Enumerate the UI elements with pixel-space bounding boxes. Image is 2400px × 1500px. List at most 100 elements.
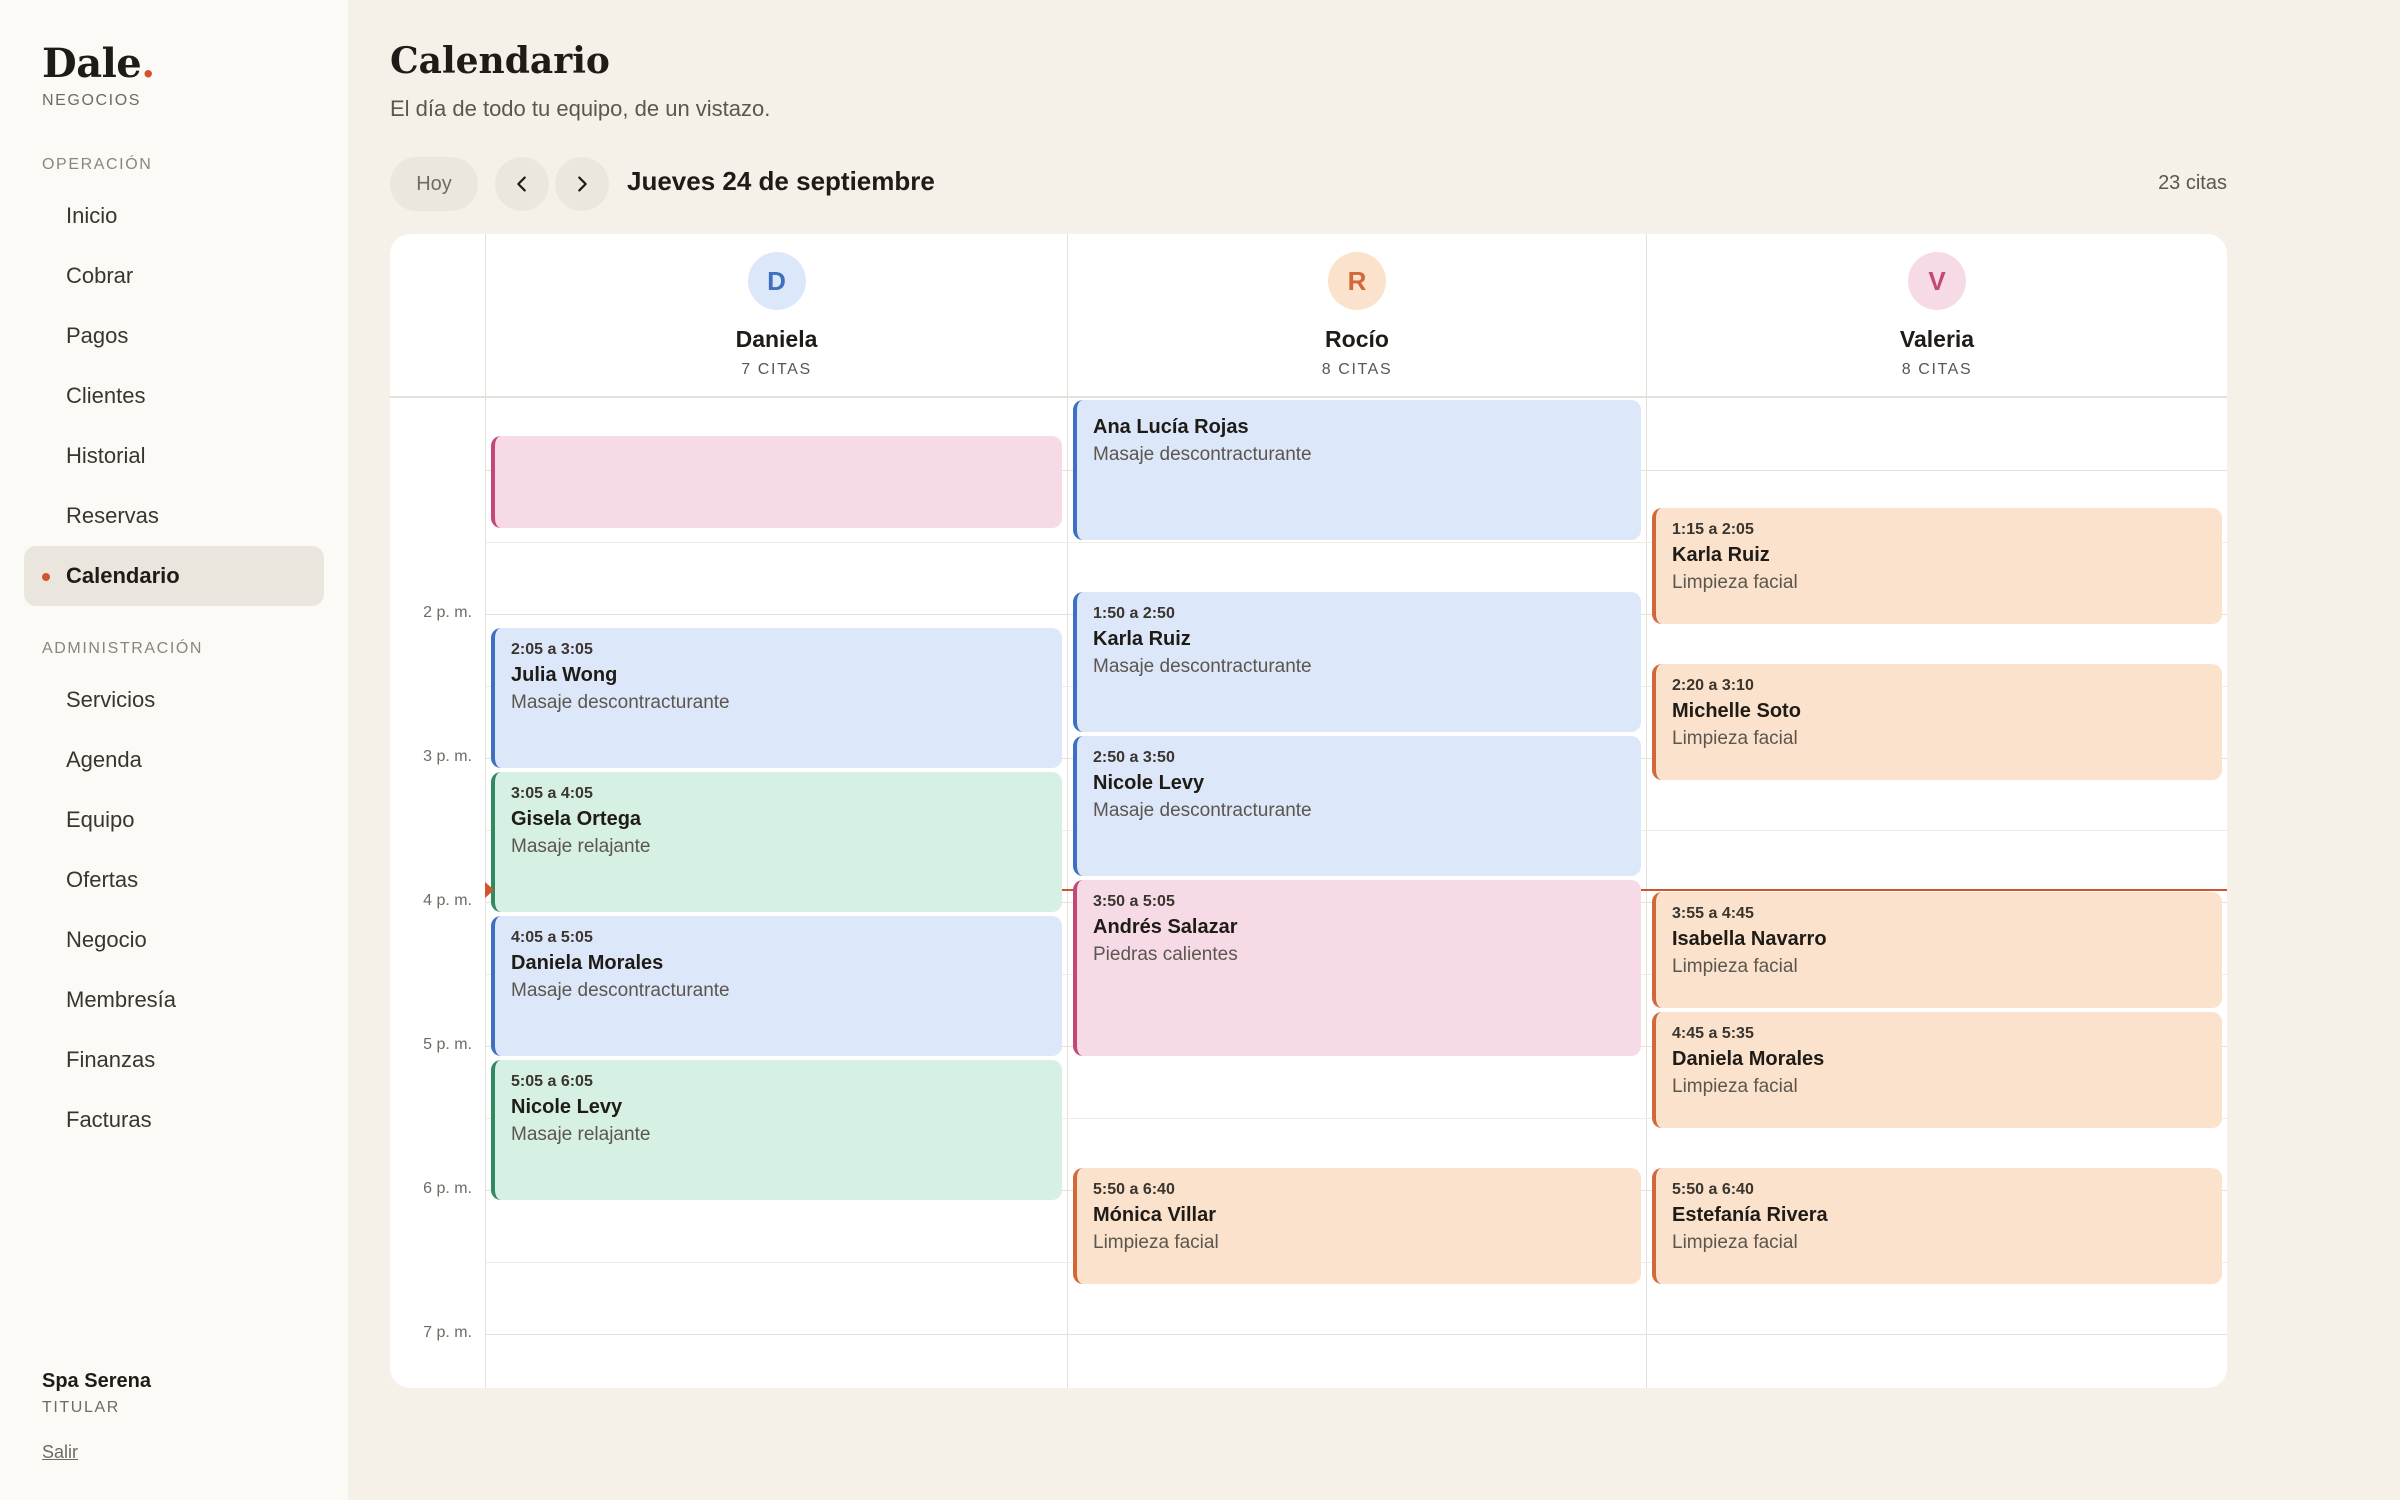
sidebar-item-reservas[interactable]: Reservas [24, 486, 324, 546]
appointment-service: Limpieza facial [1672, 1232, 1798, 1253]
sidebar-item-facturas[interactable]: Facturas [24, 1090, 324, 1150]
sidebar-item-label: Clientes [66, 383, 146, 408]
appointment-time: 1:15 a 2:05 [1672, 521, 1754, 538]
appointment-card[interactable]: 2:20 a 3:10 Michelle Soto Limpieza facial [1652, 664, 2222, 780]
appointment-count: 8 CITAS [1901, 361, 1973, 378]
current-date: Jueves 24 de septiembre [627, 166, 935, 196]
appointment-card[interactable]: 3:55 a 4:45 Isabella Navarro Limpieza faci… [1652, 892, 2222, 1008]
active-indicator-dot [42, 573, 50, 581]
time-label: 4 p. m. [423, 892, 472, 909]
appointment-client: Nicole Levy [511, 1096, 623, 1118]
sidebar: Dale. NEGOCIOS OPERACIÓN Inicio Cobrar Pago… [0, 0, 348, 1500]
page-title: Calendario [390, 40, 610, 82]
appointment-client: Andrés Salazar [1093, 916, 1238, 938]
sidebar-item-cobrar[interactable]: Cobrar [24, 246, 324, 306]
calendar-board: D Daniela 7 CITAS R Rocío 8 CITAS V Valeria 8 CI… [390, 234, 2227, 1388]
staff-name: Daniela [735, 326, 818, 352]
appointment-time: 1:50 a 2:50 [1093, 605, 1175, 622]
time-grid: 2 p. m. 3 p. m. 4 p. m. 5 p. m. 6 p. m. 7 p. … [390, 398, 2227, 1388]
sidebar-item-servicios[interactable]: Servicios [24, 670, 324, 730]
sidebar-item-label: Equipo [66, 807, 135, 832]
appointment-card[interactable]: 5:50 a 6:40 Estefanía Rivera Limpieza faci… [1652, 1168, 2222, 1284]
sidebar-item-clientes[interactable]: Clientes [24, 366, 324, 426]
business-name: Spa Serena [42, 1370, 151, 1392]
appointment-client: Mónica Villar [1093, 1204, 1217, 1226]
staff-name: Valeria [1899, 326, 1975, 352]
appointment-service: Limpieza facial [1672, 728, 1798, 749]
appointment-client: Daniela Morales [511, 952, 664, 974]
appointment-time: 2:50 a 3:50 [1093, 749, 1175, 766]
appointment-client: Isabella Navarro [1672, 928, 1827, 950]
appointment-client: Julia Wong [511, 664, 618, 686]
appointment-service: Limpieza facial [1093, 1232, 1219, 1253]
grid-line [485, 1334, 2227, 1335]
appointment-client: Karla Ruiz [1672, 544, 1770, 566]
current-time-marker [485, 882, 494, 898]
appointment-card[interactable]: 4:05 a 5:05 Daniela Morales Masaje descont… [491, 916, 1062, 1056]
appointments-total: 23 citas [2158, 172, 2227, 194]
sidebar-item-historial[interactable]: Historial [24, 426, 324, 486]
appointment-client: Ana Lucía Rojas [1093, 416, 1249, 438]
appointment-time: 5:50 a 6:40 [1093, 1181, 1175, 1198]
appointment-time: 3:55 a 4:45 [1672, 905, 1754, 922]
appointment-card[interactable]: 5:50 a 6:40 Mónica Villar Limpieza facial [1073, 1168, 1641, 1284]
previous-day-button[interactable] [495, 157, 549, 211]
nav-section-label: ADMINISTRACIÓN [42, 640, 204, 657]
sidebar-item-label: Cobrar [66, 263, 134, 288]
time-label: 5 p. m. [423, 1036, 472, 1053]
appointment-service: Masaje descontracturante [511, 980, 730, 1001]
avatar[interactable]: R [1328, 252, 1386, 310]
appointment-card[interactable]: 4:45 a 5:35 Daniela Morales Limpieza facia… [1652, 1012, 2222, 1128]
sidebar-item-negocio[interactable]: Negocio [24, 910, 324, 970]
today-button[interactable]: Hoy [390, 157, 478, 211]
page-subtitle: El día de todo tu equipo, de un vistazo. [390, 96, 771, 121]
brand-logo[interactable]: Dale. [42, 40, 155, 87]
appointment-service: Masaje descontracturante [1093, 656, 1312, 677]
sidebar-item-ofertas[interactable]: Ofertas [24, 850, 324, 910]
sidebar-item-agenda[interactable]: Agenda [24, 730, 324, 790]
appointment-card[interactable] [491, 436, 1062, 528]
sidebar-item-calendario[interactable]: Calendario [24, 546, 324, 606]
logout-link[interactable]: Salir [42, 1442, 78, 1463]
appointment-time: 3:50 a 5:05 [1093, 893, 1175, 910]
sidebar-item-equipo[interactable]: Equipo [24, 790, 324, 850]
sidebar-item-label: Agenda [66, 747, 142, 772]
appointment-card[interactable]: 1:15 a 2:05 Karla Ruiz Limpieza facial [1652, 508, 2222, 624]
time-label: 7 p. m. [423, 1324, 472, 1341]
appointment-time: 4:45 a 5:35 [1672, 1025, 1754, 1042]
chevron-left-icon [517, 176, 526, 192]
avatar[interactable]: D [747, 252, 806, 310]
appointment-card[interactable]: Ana Lucía Rojas Masaje descontracturante [1073, 400, 1641, 540]
business-role: TITULAR [42, 1399, 120, 1416]
staff-column-header: D Daniela 7 CITAS [486, 234, 1067, 396]
appointment-card[interactable]: 3:50 a 5:05 Andrés Salazar Piedras calient… [1073, 880, 1641, 1056]
sidebar-item-pagos[interactable]: Pagos [24, 306, 324, 366]
appointment-card[interactable]: 2:05 a 3:05 Julia Wong Masaje descontractu… [491, 628, 1062, 768]
appointment-time: 5:50 a 6:40 [1672, 1181, 1754, 1198]
sidebar-item-label: Pagos [66, 323, 129, 348]
appointment-card[interactable]: 3:05 a 4:05 Gisela Ortega Masaje relajante [491, 772, 1062, 912]
appointment-client: Daniela Morales [1672, 1048, 1825, 1070]
appointment-service: Limpieza facial [1672, 956, 1798, 977]
appointment-service: Masaje descontracturante [1093, 800, 1312, 821]
time-label: 6 p. m. [423, 1180, 472, 1197]
sidebar-item-membresia[interactable]: Membresía [24, 970, 324, 1030]
appointment-time: 3:05 a 4:05 [511, 785, 593, 802]
next-day-button[interactable] [555, 157, 609, 211]
appointment-service: Masaje descontracturante [511, 692, 730, 713]
appointment-service: Masaje relajante [511, 836, 651, 857]
appointment-service: Masaje relajante [511, 1124, 651, 1145]
appointment-card[interactable]: 1:50 a 2:50 Karla Ruiz Masaje descontractu… [1073, 592, 1641, 732]
staff-column-header: V Valeria 8 CITAS [1647, 234, 2227, 396]
sidebar-item-label: Negocio [66, 927, 147, 952]
appointment-card[interactable]: 2:50 a 3:50 Nicole Levy Masaje descontract… [1073, 736, 1641, 876]
chevron-right-icon [578, 176, 587, 192]
sidebar-item-inicio[interactable]: Inicio [24, 186, 324, 246]
appointment-client: Gisela Ortega [511, 808, 642, 830]
time-label: 2 p. m. [423, 604, 472, 621]
sidebar-item-label: Calendario [66, 563, 180, 588]
avatar[interactable]: V [1908, 252, 1966, 310]
appointment-card[interactable]: 5:05 a 6:05 Nicole Levy Masaje relajante [491, 1060, 1062, 1200]
sidebar-item-finanzas[interactable]: Finanzas [24, 1030, 324, 1090]
appointment-time: 4:05 a 5:05 [511, 929, 593, 946]
